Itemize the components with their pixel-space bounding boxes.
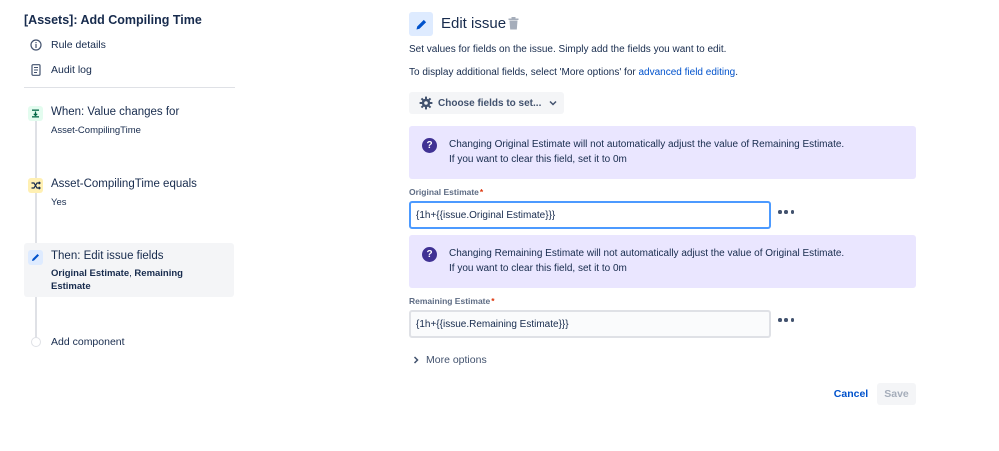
edit-issue-icon — [409, 12, 433, 36]
more-options-toggle[interactable]: More options — [412, 354, 487, 366]
shuffle-icon — [28, 178, 43, 193]
question-icon: ? — [422, 247, 437, 262]
audit-log-link[interactable]: Audit log — [29, 61, 92, 79]
advanced-field-editing-link[interactable]: advanced field editing — [639, 67, 736, 78]
original-estimate-more-icon[interactable] — [778, 208, 794, 216]
info-original-line2: If you want to clear this field, set it … — [449, 154, 627, 165]
more-options-label: More options — [426, 354, 487, 366]
remaining-estimate-label: Remaining Estimate* — [409, 296, 495, 306]
required-marker: * — [491, 296, 495, 306]
save-button[interactable]: Save — [877, 383, 916, 405]
original-estimate-input[interactable] — [409, 201, 771, 229]
info-remaining-line2: If you want to clear this field, set it … — [449, 263, 627, 274]
trigger-step[interactable]: When: Value changes for Asset-CompilingT… — [24, 106, 234, 140]
rule-title: [Assets]: Add Compiling Time — [24, 13, 202, 27]
action-subtitle: Original Estimate, Remaining Estimate — [51, 267, 221, 293]
audit-log-label: Audit log — [51, 64, 92, 76]
document-icon — [29, 63, 43, 77]
cancel-button[interactable]: Cancel — [829, 383, 873, 405]
timeline-line — [35, 120, 37, 342]
original-estimate-label-text: Original Estimate — [409, 187, 479, 197]
info-remaining-line1: Changing Remaining Estimate will not aut… — [449, 248, 845, 259]
panel-title: Edit issue — [441, 15, 507, 32]
required-marker: * — [479, 187, 484, 197]
info-message-remaining: ? Changing Remaining Estimate will not a… — [409, 235, 916, 288]
sidebar-divider — [24, 87, 235, 88]
chevron-right-icon — [413, 356, 419, 364]
action-title: Then: Edit issue fields — [51, 250, 164, 262]
trash-icon[interactable] — [508, 17, 520, 31]
rule-details-link[interactable]: Rule details — [29, 36, 106, 54]
info-message-original: ? Changing Original Estimate will not au… — [409, 126, 916, 179]
condition-title: Asset-CompilingTime equals — [51, 178, 197, 190]
action-field-original: Original Estimate — [51, 268, 130, 279]
condition-step[interactable]: Asset-CompilingTime equals Yes — [24, 178, 234, 212]
add-component-dot — [31, 337, 41, 347]
trigger-title: When: Value changes for — [51, 106, 180, 118]
desc2-suffix: . — [735, 67, 739, 78]
info-icon — [29, 38, 43, 52]
condition-subtitle: Yes — [51, 197, 67, 208]
remaining-estimate-more-icon[interactable] — [778, 316, 794, 324]
remaining-estimate-input[interactable] — [409, 310, 771, 338]
action-field-separator: , — [129, 268, 132, 279]
original-estimate-label: Original Estimate* — [409, 187, 483, 197]
trigger-subtitle: Asset-CompilingTime — [51, 125, 141, 136]
add-component-link[interactable]: Add component — [51, 336, 125, 348]
gear-icon — [419, 96, 433, 110]
choose-fields-label: Choose fields to set... — [438, 97, 542, 109]
info-original-line1: Changing Original Estimate will not auto… — [449, 139, 845, 150]
action-step[interactable]: Then: Edit issue fields Original Estimat… — [24, 243, 234, 297]
panel-description-more: To display additional fields, select 'Mo… — [409, 67, 738, 78]
choose-fields-button[interactable]: Choose fields to set... — [409, 92, 564, 114]
remaining-estimate-label-text: Remaining Estimate — [409, 296, 491, 306]
chevron-down-icon — [549, 100, 557, 106]
panel-description: Set values for fields on the issue. Simp… — [409, 44, 727, 55]
trigger-icon — [28, 106, 43, 121]
desc2-prefix: To display additional fields, select 'Mo… — [409, 67, 639, 78]
pencil-icon — [28, 250, 43, 265]
question-icon: ? — [422, 138, 437, 153]
rule-details-label: Rule details — [51, 39, 106, 51]
